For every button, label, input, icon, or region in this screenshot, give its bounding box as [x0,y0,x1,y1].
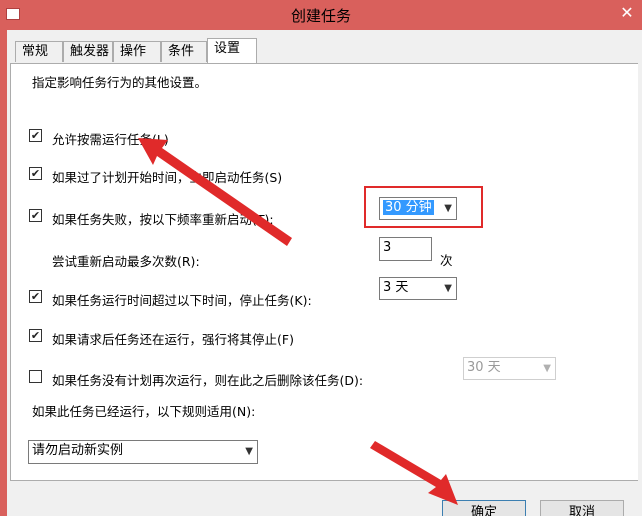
annotation-arrows [138,138,458,505]
arrow-to-allow-on-demand [138,138,292,246]
arrow-to-ok-button [370,441,458,505]
